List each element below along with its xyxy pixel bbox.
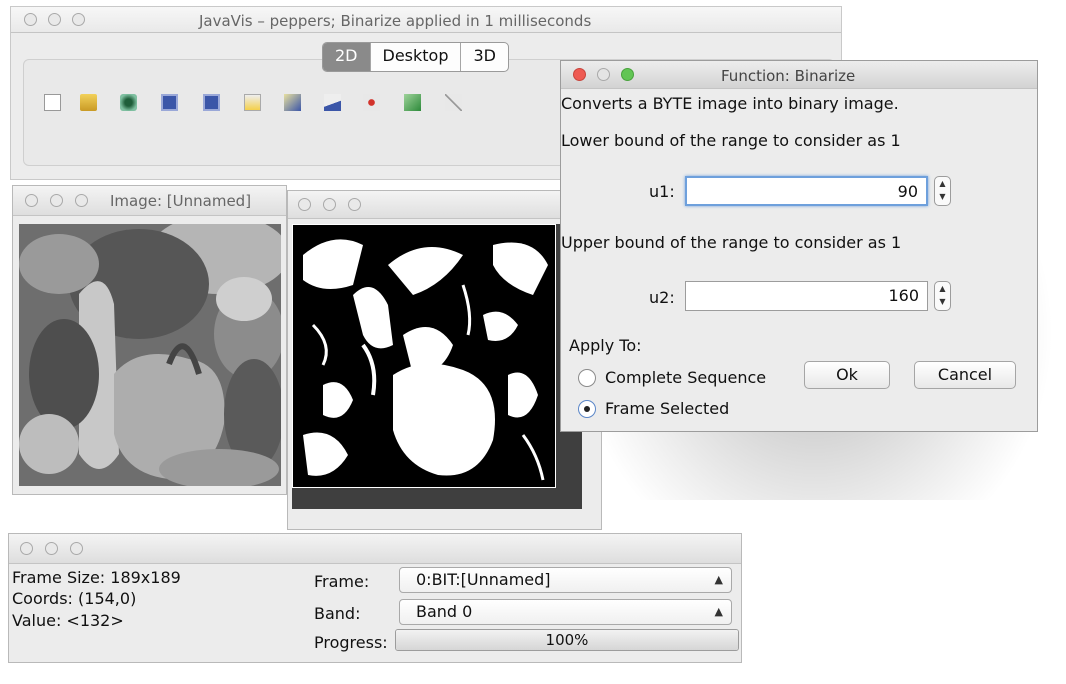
select-arrows-icon: ▲ — [714, 573, 723, 586]
tab-2d[interactable]: 2D — [323, 43, 371, 71]
capture-icon[interactable] — [120, 94, 137, 111]
save-as-icon[interactable] — [203, 94, 220, 111]
binary-titlebar — [288, 191, 601, 219]
view-tabs: 2D Desktop 3D — [322, 42, 509, 72]
binarize-dialog: Function: Binarize Converts a BYTE image… — [560, 60, 1038, 432]
draw-icon[interactable] — [324, 94, 341, 111]
window-title: JavaVis – peppers; Binarize applied in 1… — [199, 12, 592, 30]
frame-selected-radio[interactable] — [578, 400, 596, 418]
band-label: Band: — [314, 604, 361, 623]
apply-to-label: Apply To: — [569, 336, 642, 355]
frame-selected-label[interactable]: Frame Selected — [605, 399, 729, 418]
zoom-button[interactable] — [621, 68, 634, 81]
save-icon[interactable] — [161, 94, 178, 111]
complete-sequence-label[interactable]: Complete Sequence — [605, 368, 766, 387]
minimize-button[interactable] — [48, 13, 61, 26]
band-select-value: Band 0 — [416, 602, 473, 621]
binary-image-area — [292, 224, 582, 509]
ok-button[interactable]: Ok — [804, 361, 890, 389]
frame-size-text: Frame Size: 189x189 — [12, 568, 181, 587]
dialog-titlebar: Function: Binarize — [561, 61, 1037, 89]
zoom-button[interactable] — [70, 542, 83, 555]
tab-desktop[interactable]: Desktop — [371, 43, 462, 71]
image-titlebar: Image: [Unnamed] — [13, 186, 286, 216]
u1-label: u1: — [649, 182, 675, 201]
info-window: Frame Size: 189x189 Coords: (154,0) Valu… — [8, 533, 742, 663]
dialog-title: Function: Binarize — [721, 67, 856, 85]
minimize-button[interactable] — [50, 194, 63, 207]
zoom-button[interactable] — [348, 198, 361, 211]
paint-icon[interactable] — [244, 94, 261, 111]
frame-label: Frame: — [314, 572, 370, 591]
close-button[interactable] — [24, 13, 37, 26]
u2-stepper[interactable]: ▲ ▼ — [934, 281, 951, 311]
zoom-button[interactable] — [72, 13, 85, 26]
band-select[interactable]: Band 0 ▲ — [399, 599, 732, 625]
frame-select-value: 0:BIT:[Unnamed] — [416, 570, 551, 589]
radio-selected-dot — [584, 406, 590, 412]
close-button[interactable] — [298, 198, 311, 211]
close-button[interactable] — [20, 542, 33, 555]
zoom-button[interactable] — [75, 194, 88, 207]
minimize-button[interactable] — [597, 68, 610, 81]
value-text: Value: <132> — [12, 611, 124, 630]
peppers-grayscale-picture — [19, 224, 281, 486]
close-button[interactable] — [573, 68, 586, 81]
line-icon — [445, 94, 462, 111]
frame-select[interactable]: 0:BIT:[Unnamed] ▲ — [399, 567, 732, 593]
u1-stepper[interactable]: ▲ ▼ — [934, 176, 951, 206]
peppers-binary-picture — [292, 224, 556, 488]
image-window: Image: [Unnamed] — [12, 185, 287, 495]
main-titlebar: JavaVis – peppers; Binarize applied in 1… — [11, 7, 841, 33]
minimize-button[interactable] — [323, 198, 336, 211]
point-icon[interactable] — [363, 94, 380, 111]
select-arrows-icon: ▲ — [714, 605, 723, 618]
grayscale-image — [19, 224, 281, 486]
upper-bound-label: Upper bound of the range to consider as … — [561, 233, 902, 252]
binary-image-window — [287, 190, 602, 530]
progress-bar: 100% — [395, 629, 739, 651]
u2-label: u2: — [649, 288, 675, 307]
close-button[interactable] — [25, 194, 38, 207]
open-folder-icon[interactable] — [80, 94, 97, 111]
image-edit-icon[interactable] — [284, 94, 301, 111]
progress-label: Progress: — [314, 633, 388, 652]
cancel-button[interactable]: Cancel — [914, 361, 1016, 389]
lower-bound-label: Lower bound of the range to consider as … — [561, 131, 901, 150]
tab-3d[interactable]: 3D — [461, 43, 508, 71]
complete-sequence-radio[interactable] — [578, 369, 596, 387]
dialog-description: Converts a BYTE image into binary image. — [561, 94, 899, 113]
info-titlebar — [9, 534, 741, 564]
minimize-button[interactable] — [45, 542, 58, 555]
cube-icon[interactable] — [404, 94, 421, 111]
coords-text: Coords: (154,0) — [12, 589, 137, 608]
image-window-title: Image: [Unnamed] — [110, 192, 252, 210]
progress-text: 100% — [545, 631, 589, 649]
u2-field[interactable]: 160 — [685, 281, 928, 311]
u1-field[interactable]: 90 — [685, 176, 928, 206]
new-file-icon[interactable] — [44, 94, 61, 111]
